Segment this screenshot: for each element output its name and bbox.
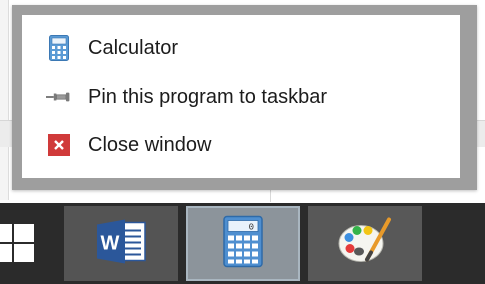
jump-list-item-label: Calculator bbox=[88, 36, 179, 59]
jump-list-item-close-window[interactable]: Close window bbox=[22, 125, 460, 165]
paint-palette-icon bbox=[337, 215, 393, 272]
taskbar-button-word[interactable]: W bbox=[64, 206, 178, 281]
pin-icon bbox=[46, 84, 72, 110]
taskbar-button-paint[interactable] bbox=[308, 206, 422, 281]
calculator-icon bbox=[46, 35, 72, 61]
svg-text:W: W bbox=[101, 232, 120, 254]
taskbar: W 0 bbox=[0, 203, 485, 284]
svg-text:0: 0 bbox=[249, 222, 254, 232]
taskbar-jump-list: Calculator Pin this program to taskbar C… bbox=[12, 5, 477, 190]
taskbar-button-calculator[interactable]: 0 bbox=[186, 206, 300, 281]
word-icon: W bbox=[95, 217, 147, 270]
jump-list-item-calculator[interactable]: Calculator bbox=[22, 28, 460, 68]
windows-logo-icon bbox=[0, 224, 34, 262]
jump-list-item-pin-to-taskbar[interactable]: Pin this program to taskbar bbox=[22, 77, 460, 117]
background-window-edge bbox=[0, 0, 9, 200]
jump-list-panel: Calculator Pin this program to taskbar C… bbox=[22, 15, 460, 178]
calculator-icon: 0 bbox=[223, 215, 263, 272]
close-icon bbox=[46, 132, 72, 158]
jump-list-item-label: Pin this program to taskbar bbox=[88, 85, 327, 108]
jump-list-item-label: Close window bbox=[88, 133, 212, 156]
start-button[interactable] bbox=[0, 203, 48, 284]
